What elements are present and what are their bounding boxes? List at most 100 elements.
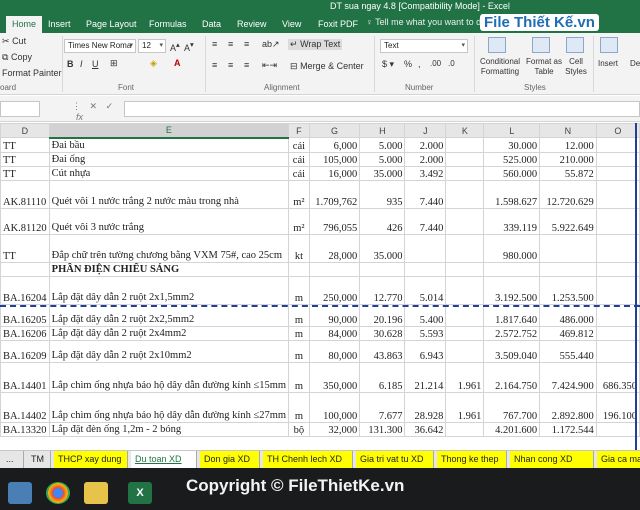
name-box[interactable] <box>0 101 40 117</box>
tell-me-box[interactable]: ♀ Tell me what you want to do... <box>366 17 494 27</box>
cell-d[interactable]: BA.16209 <box>0 339 50 363</box>
cell-k[interactable] <box>445 303 485 327</box>
cell-f[interactable]: m <box>288 361 310 393</box>
copy-button[interactable]: ⧉ Copy <box>2 52 32 63</box>
cell-j[interactable] <box>404 261 447 277</box>
cell-g[interactable]: 350,000 <box>308 361 361 393</box>
cell-f[interactable]: m² <box>288 207 310 235</box>
cell-n[interactable]: 12.000 <box>539 137 597 153</box>
cell-o[interactable] <box>595 303 640 327</box>
cell-f[interactable]: bộ <box>288 421 310 437</box>
percent-icon[interactable]: % <box>404 59 412 69</box>
fill-color-icon[interactable]: ◈ <box>150 58 157 69</box>
cell-k[interactable] <box>445 421 485 437</box>
cell-g[interactable]: 100,000 <box>308 391 361 423</box>
insert-cells-button[interactable]: Insert <box>598 59 618 68</box>
cell-k[interactable] <box>445 261 485 277</box>
italic-icon[interactable]: I <box>80 59 83 69</box>
excel-icon[interactable]: X <box>128 482 152 504</box>
cell-o[interactable] <box>595 421 640 437</box>
sheet-tab[interactable]: Gia ca may <box>597 451 640 468</box>
cell-o[interactable] <box>595 137 640 153</box>
cell-k[interactable] <box>445 275 485 305</box>
sheet-tab[interactable]: Don gia XD <box>200 451 260 468</box>
orientation-icon[interactable]: ab↗ <box>262 39 280 50</box>
cell-h[interactable]: 6.185 <box>359 361 406 393</box>
cell-e[interactable]: Cút nhựa <box>48 165 290 181</box>
cell-n[interactable]: 2.892.800 <box>539 391 597 423</box>
cell-h[interactable]: 131.300 <box>359 421 406 437</box>
cell-d[interactable]: AK.81120 <box>0 207 50 235</box>
column-header[interactable]: G <box>308 123 361 138</box>
decrease-font-icon[interactable]: A▾ <box>184 40 194 53</box>
increase-font-icon[interactable]: A▴ <box>170 40 180 53</box>
cell-e[interactable]: Lắp đặt dây dẫn 2 ruột 2x2,5mm2 <box>48 303 290 327</box>
cell-j[interactable]: 3.492 <box>404 165 447 181</box>
tab-data[interactable]: Data <box>196 16 227 33</box>
column-header[interactable]: H <box>359 123 406 138</box>
cell-g[interactable]: 28,000 <box>308 233 361 263</box>
insert-function-icon[interactable]: fx <box>76 112 83 122</box>
sheet-tab[interactable]: ... <box>2 451 24 468</box>
cell-d[interactable]: TT <box>0 233 50 263</box>
cell-e[interactable]: Lắp đặt dây dẫn 2 ruột 2x10mm2 <box>48 339 290 363</box>
cell-d[interactable]: BA.16204 <box>0 275 50 305</box>
cell-k[interactable] <box>445 137 485 153</box>
cell-o[interactable]: 686.350 <box>595 361 640 393</box>
cell-j[interactable]: 2.000 <box>404 137 447 153</box>
cell-n[interactable]: 486.000 <box>539 303 597 327</box>
cell-d[interactable]: TT <box>0 151 50 167</box>
cell-g[interactable]: 1.709,762 <box>308 179 361 209</box>
align-top-icon[interactable]: ≡ <box>212 39 217 49</box>
cell-l[interactable]: 2.572.752 <box>483 325 541 341</box>
tab-page-layout[interactable]: Page Layout <box>80 16 143 33</box>
tab-insert[interactable]: Insert <box>42 16 77 33</box>
cell-l[interactable]: 3.509.040 <box>483 339 541 363</box>
cell-f[interactable]: m <box>288 339 310 363</box>
format-as-table-button[interactable]: Format as Table <box>526 57 562 77</box>
align-left-icon[interactable]: ≡ <box>212 60 217 70</box>
cell-j[interactable]: 7.440 <box>404 207 447 235</box>
cell-f[interactable]: kt <box>288 233 310 263</box>
cell-k[interactable] <box>445 339 485 363</box>
column-header[interactable]: O <box>595 123 640 138</box>
cell-k[interactable] <box>445 151 485 167</box>
cell-j[interactable]: 6.943 <box>404 339 447 363</box>
cell-h[interactable]: 5.000 <box>359 151 406 167</box>
cell-h[interactable]: 5.000 <box>359 137 406 153</box>
cell-f[interactable]: cái <box>288 151 310 167</box>
cell-k[interactable] <box>445 325 485 341</box>
cell-o[interactable] <box>595 275 640 305</box>
cell-h[interactable] <box>359 261 406 277</box>
enter-icon[interactable]: ✓ <box>106 101 114 111</box>
cell-o[interactable]: 196.100 <box>595 391 640 423</box>
cell-g[interactable]: 32,000 <box>308 421 361 437</box>
cut-button[interactable]: ✂ Cut <box>2 36 26 47</box>
conditional-formatting-icon[interactable] <box>488 37 506 53</box>
indent-icon[interactable]: ⇤⇥ <box>262 60 277 71</box>
column-header[interactable]: D <box>0 123 50 138</box>
align-right-icon[interactable]: ≡ <box>244 60 249 70</box>
cell-l[interactable]: 560.000 <box>483 165 541 181</box>
format-table-icon[interactable] <box>532 37 550 53</box>
cell-o[interactable] <box>595 165 640 181</box>
cell-n[interactable]: 1.172.544 <box>539 421 597 437</box>
cell-l[interactable]: 2.164.750 <box>483 361 541 393</box>
cell-e[interactable]: Lắp chìm ống nhựa bảo hộ dây dẫn đường k… <box>48 361 290 393</box>
chrome-icon[interactable] <box>46 482 70 504</box>
cell-n[interactable]: 12.720.629 <box>539 179 597 209</box>
decrease-decimal-icon[interactable]: .0 <box>448 59 455 68</box>
cell-d[interactable]: TT <box>0 137 50 153</box>
cell-j[interactable]: 5.014 <box>404 275 447 305</box>
wrap-text-button[interactable]: ↵ Wrap Text <box>288 39 343 50</box>
increase-decimal-icon[interactable]: .00 <box>430 59 441 68</box>
sheet-tab[interactable]: TH Chenh lech XD <box>263 451 353 468</box>
cell-l[interactable] <box>483 261 541 277</box>
cell-d[interactable]: BA.14401 <box>0 361 50 393</box>
cell-l[interactable]: 339.119 <box>483 207 541 235</box>
cell-k[interactable]: 1.961 <box>445 361 485 393</box>
currency-icon[interactable]: $ ▾ <box>382 59 394 70</box>
cell-l[interactable]: 767.700 <box>483 391 541 423</box>
cell-k[interactable] <box>445 179 485 209</box>
cell-k[interactable] <box>445 233 485 263</box>
